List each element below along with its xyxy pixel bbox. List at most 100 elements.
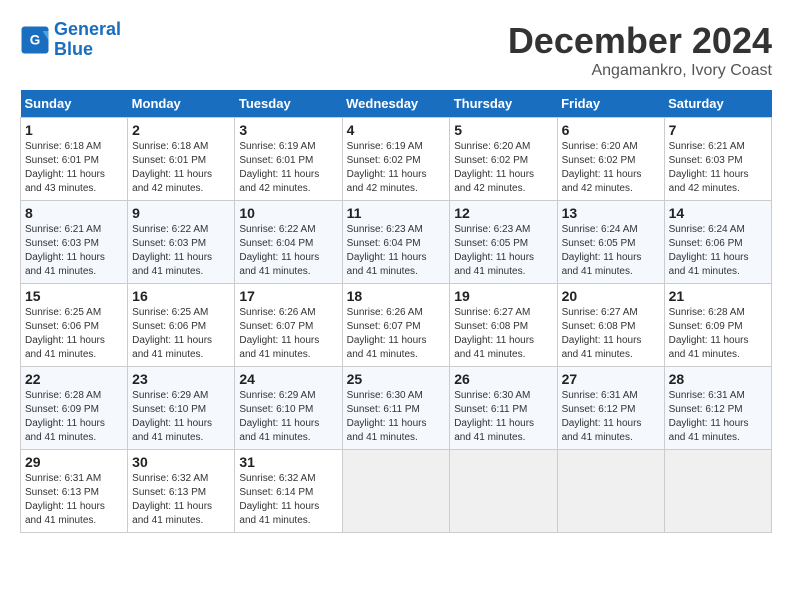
day-info: Sunrise: 6:27 AM Sunset: 6:08 PM Dayligh… [562,306,660,362]
day-number: 23 [132,371,230,387]
day-info: Sunrise: 6:26 AM Sunset: 6:07 PM Dayligh… [239,306,337,362]
day-number: 19 [454,288,552,304]
day-info: Sunrise: 6:23 AM Sunset: 6:04 PM Dayligh… [347,223,446,279]
calendar-cell: 4Sunrise: 6:19 AM Sunset: 6:02 PM Daylig… [342,118,450,201]
calendar-cell: 18Sunrise: 6:26 AM Sunset: 6:07 PM Dayli… [342,284,450,367]
calendar-cell: 11 Sunrise: 6:23 AM Sunset: 6:04 PM Dayli… [342,201,450,284]
calendar-cell: 20 Sunrise: 6:27 AM Sunset: 6:08 PM Dayli… [557,284,664,367]
day-info: Sunrise: 6:31 AM Sunset: 6:12 PM Dayligh… [669,389,767,445]
day-number: 17 [239,288,337,304]
week-row-1: 1 Sunrise: 6:18 AM Sunset: 6:01 PM Daylig… [21,118,772,201]
calendar-cell: 31 Sunrise: 6:32 AM Sunset: 6:14 PM Dayli… [235,450,342,533]
day-info: Sunrise: 6:32 AM Sunset: 6:14 PM Dayligh… [239,472,337,528]
calendar-cell: 22 Sunrise: 6:28 AM Sunset: 6:09 PM Dayli… [21,367,128,450]
day-number: 9 [132,205,230,221]
day-number: 27 [562,371,660,387]
day-number: 11 [347,205,446,221]
day-info: Sunrise: 6:21 AM Sunset: 6:03 PM Dayligh… [25,223,123,279]
calendar-header-row: SundayMondayTuesdayWednesdayThursdayFrid… [21,90,772,118]
day-info: Sunrise: 6:25 AM Sunset: 6:06 PM Dayligh… [25,306,123,362]
calendar-cell: 24Sunrise: 6:29 AM Sunset: 6:10 PM Dayli… [235,367,342,450]
week-row-4: 22 Sunrise: 6:28 AM Sunset: 6:09 PM Dayli… [21,367,772,450]
calendar-cell: 5 Sunrise: 6:20 AM Sunset: 6:02 PM Daylig… [450,118,557,201]
day-info: Sunrise: 6:28 AM Sunset: 6:09 PM Dayligh… [25,389,123,445]
day-info: Sunrise: 6:18 AM Sunset: 6:01 PM Dayligh… [25,140,123,196]
day-number: 26 [454,371,552,387]
day-number: 12 [454,205,552,221]
week-row-3: 15 Sunrise: 6:25 AM Sunset: 6:06 PM Dayli… [21,284,772,367]
day-info: Sunrise: 6:27 AM Sunset: 6:08 PM Dayligh… [454,306,552,362]
day-info: Sunrise: 6:19 AM Sunset: 6:01 PM Dayligh… [239,140,337,196]
day-info: Sunrise: 6:31 AM Sunset: 6:12 PM Dayligh… [562,389,660,445]
calendar-cell: 10 Sunrise: 6:22 AM Sunset: 6:04 PM Dayli… [235,201,342,284]
day-info: Sunrise: 6:20 AM Sunset: 6:02 PM Dayligh… [454,140,552,196]
calendar-cell: 25 Sunrise: 6:30 AM Sunset: 6:11 PM Dayli… [342,367,450,450]
day-number: 5 [454,122,552,138]
header-day-sunday: Sunday [21,90,128,118]
calendar-cell [342,450,450,533]
day-number: 7 [669,122,767,138]
header-day-tuesday: Tuesday [235,90,342,118]
header-day-friday: Friday [557,90,664,118]
calendar-cell: 1 Sunrise: 6:18 AM Sunset: 6:01 PM Daylig… [21,118,128,201]
day-info: Sunrise: 6:28 AM Sunset: 6:09 PM Dayligh… [669,306,767,362]
day-info: Sunrise: 6:29 AM Sunset: 6:10 PM Dayligh… [132,389,230,445]
calendar-cell: 6Sunrise: 6:20 AM Sunset: 6:02 PM Daylig… [557,118,664,201]
month-title: December 2024 [508,20,772,62]
calendar-cell: 8 Sunrise: 6:21 AM Sunset: 6:03 PM Daylig… [21,201,128,284]
calendar-cell: 16Sunrise: 6:25 AM Sunset: 6:06 PM Dayli… [128,284,235,367]
day-number: 1 [25,122,123,138]
day-info: Sunrise: 6:31 AM Sunset: 6:13 PM Dayligh… [25,472,123,528]
logo-text: General Blue [54,20,121,60]
day-number: 15 [25,288,123,304]
day-number: 31 [239,454,337,470]
day-number: 4 [347,122,446,138]
day-info: Sunrise: 6:18 AM Sunset: 6:01 PM Dayligh… [132,140,230,196]
logo-line2: Blue [54,39,93,59]
day-info: Sunrise: 6:32 AM Sunset: 6:13 PM Dayligh… [132,472,230,528]
calendar-cell: 13Sunrise: 6:24 AM Sunset: 6:05 PM Dayli… [557,201,664,284]
location-subtitle: Angamankro, Ivory Coast [508,62,772,80]
day-number: 20 [562,288,660,304]
calendar-cell: 15 Sunrise: 6:25 AM Sunset: 6:06 PM Dayli… [21,284,128,367]
day-info: Sunrise: 6:21 AM Sunset: 6:03 PM Dayligh… [669,140,767,196]
calendar-cell: 21 Sunrise: 6:28 AM Sunset: 6:09 PM Dayli… [664,284,771,367]
calendar-cell [557,450,664,533]
week-row-5: 29Sunrise: 6:31 AM Sunset: 6:13 PM Dayli… [21,450,772,533]
title-block: December 2024 Angamankro, Ivory Coast [508,20,772,80]
day-number: 13 [562,205,660,221]
day-number: 10 [239,205,337,221]
calendar-cell: 26 Sunrise: 6:30 AM Sunset: 6:11 PM Dayli… [450,367,557,450]
day-info: Sunrise: 6:29 AM Sunset: 6:10 PM Dayligh… [239,389,337,445]
week-row-2: 8 Sunrise: 6:21 AM Sunset: 6:03 PM Daylig… [21,201,772,284]
day-number: 21 [669,288,767,304]
calendar-cell: 3Sunrise: 6:19 AM Sunset: 6:01 PM Daylig… [235,118,342,201]
day-info: Sunrise: 6:22 AM Sunset: 6:04 PM Dayligh… [239,223,337,279]
calendar-cell: 12 Sunrise: 6:23 AM Sunset: 6:05 PM Dayli… [450,201,557,284]
calendar-cell [450,450,557,533]
calendar-table: SundayMondayTuesdayWednesdayThursdayFrid… [20,90,772,533]
day-info: Sunrise: 6:24 AM Sunset: 6:06 PM Dayligh… [669,223,767,279]
header-day-wednesday: Wednesday [342,90,450,118]
calendar-cell: 14Sunrise: 6:24 AM Sunset: 6:06 PM Dayli… [664,201,771,284]
day-number: 22 [25,371,123,387]
day-info: Sunrise: 6:25 AM Sunset: 6:06 PM Dayligh… [132,306,230,362]
day-number: 30 [132,454,230,470]
day-number: 25 [347,371,446,387]
day-info: Sunrise: 6:22 AM Sunset: 6:03 PM Dayligh… [132,223,230,279]
day-info: Sunrise: 6:30 AM Sunset: 6:11 PM Dayligh… [454,389,552,445]
day-info: Sunrise: 6:23 AM Sunset: 6:05 PM Dayligh… [454,223,552,279]
logo-line1: General [54,19,121,39]
day-number: 2 [132,122,230,138]
day-number: 18 [347,288,446,304]
day-number: 8 [25,205,123,221]
header-day-saturday: Saturday [664,90,771,118]
day-number: 28 [669,371,767,387]
calendar-cell: 9 Sunrise: 6:22 AM Sunset: 6:03 PM Daylig… [128,201,235,284]
calendar-cell: 17 Sunrise: 6:26 AM Sunset: 6:07 PM Dayli… [235,284,342,367]
day-number: 6 [562,122,660,138]
calendar-cell: 29Sunrise: 6:31 AM Sunset: 6:13 PM Dayli… [21,450,128,533]
logo: G General Blue [20,20,121,60]
day-info: Sunrise: 6:30 AM Sunset: 6:11 PM Dayligh… [347,389,446,445]
header-day-monday: Monday [128,90,235,118]
